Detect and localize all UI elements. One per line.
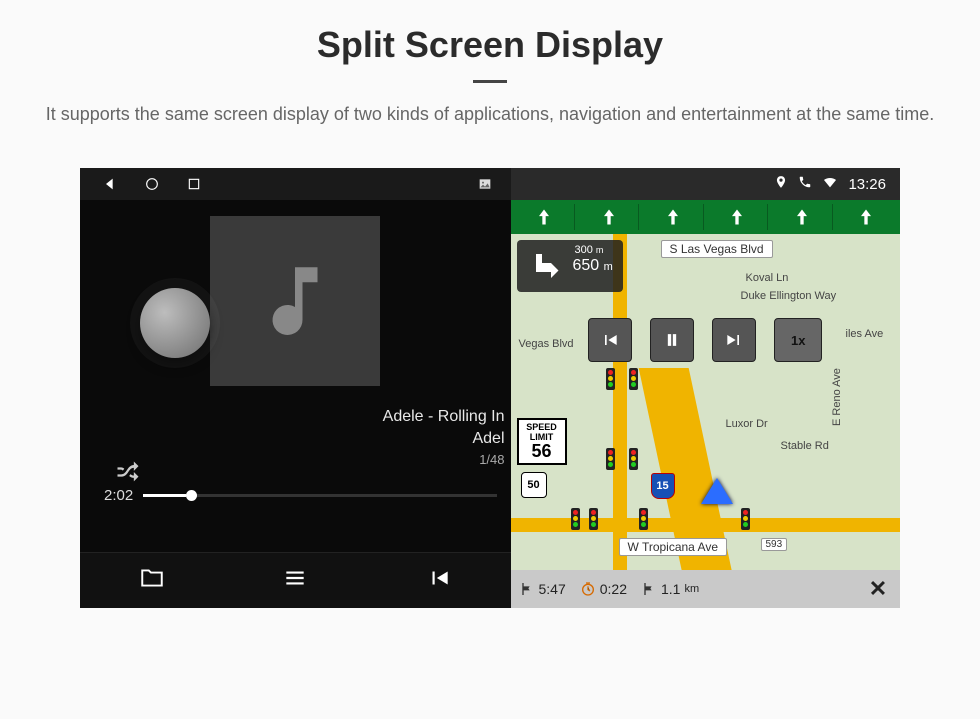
turn-left-icon bbox=[527, 248, 563, 284]
street-text: Duke Ellington Way bbox=[741, 290, 837, 302]
lane-guidance bbox=[511, 200, 901, 234]
status-bar: 13:26 bbox=[80, 168, 900, 200]
close-button[interactable]: ✕ bbox=[864, 575, 892, 603]
lane-arrow-icon bbox=[837, 204, 896, 230]
flag-icon bbox=[519, 581, 535, 597]
street-text: Koval Ln bbox=[746, 272, 789, 284]
lane-arrow-icon bbox=[579, 204, 639, 230]
lane-arrow-icon bbox=[708, 204, 768, 230]
street-label: W Tropicana Ave bbox=[619, 538, 728, 556]
music-bottom-bar bbox=[80, 552, 511, 608]
track-info: Adele - Rolling In Adel 1/48 bbox=[80, 406, 511, 469]
playlist-button[interactable] bbox=[282, 565, 308, 596]
lane-arrow-icon bbox=[772, 204, 832, 230]
traffic-light-icon bbox=[629, 448, 638, 470]
traffic-light-icon bbox=[639, 508, 648, 530]
track-index: 1/48 bbox=[80, 451, 505, 469]
speed-multiplier-button[interactable]: 1x bbox=[774, 318, 822, 362]
eta-metric: 5:47 bbox=[519, 581, 566, 597]
previous-track-button[interactable] bbox=[426, 565, 452, 596]
clock-text: 13:26 bbox=[848, 176, 886, 193]
music-pane: Adele - Rolling In Adel 1/48 2:02 bbox=[80, 168, 511, 608]
folder-button[interactable] bbox=[139, 565, 165, 596]
phone-icon bbox=[798, 175, 812, 193]
device-screenshot: 13:26 Adele - Rolling In Adel 1/48 2:02 bbox=[80, 168, 900, 608]
back-icon[interactable] bbox=[102, 176, 118, 192]
route-shield-us: 50 bbox=[521, 472, 547, 498]
page-title: Split Screen Display bbox=[0, 0, 980, 66]
clock-icon bbox=[580, 581, 596, 597]
nav-footer: 5:47 0:22 1.1 km ✕ bbox=[511, 570, 901, 608]
distance-metric: 1.1 km bbox=[641, 581, 699, 597]
lane-arrow-icon bbox=[643, 204, 703, 230]
nav-next-button[interactable] bbox=[712, 318, 756, 362]
picture-icon[interactable] bbox=[477, 176, 493, 192]
nav-prev-button[interactable] bbox=[588, 318, 632, 362]
interstate-shield: 15 bbox=[651, 473, 675, 499]
speed-limit-sign: SPEED LIMIT 56 bbox=[517, 418, 567, 465]
street-text: Stable Rd bbox=[781, 440, 829, 452]
wifi-icon bbox=[822, 174, 838, 194]
traffic-light-icon bbox=[589, 508, 598, 530]
map-controls: 1x bbox=[511, 318, 901, 362]
flag-icon bbox=[641, 581, 657, 597]
time-remaining-metric: 0:22 bbox=[580, 581, 627, 597]
vehicle-cursor-icon bbox=[701, 478, 733, 504]
traffic-light-icon bbox=[606, 368, 615, 390]
page-subtitle: It supports the same screen display of t… bbox=[40, 101, 940, 128]
street-label: S Las Vegas Blvd bbox=[661, 240, 773, 258]
home-icon[interactable] bbox=[144, 176, 160, 192]
nav-pause-button[interactable] bbox=[650, 318, 694, 362]
shuffle-button[interactable] bbox=[114, 458, 142, 491]
navigation-pane: S Las Vegas Blvd Koval Ln Duke Ellington… bbox=[511, 168, 901, 608]
joystick-control[interactable] bbox=[140, 288, 210, 358]
traffic-light-icon bbox=[629, 368, 638, 390]
seek-bar[interactable] bbox=[143, 494, 496, 497]
street-text: Luxor Dr bbox=[726, 418, 768, 430]
album-art-placeholder bbox=[210, 216, 380, 386]
turn-panel: 300 m 650 m bbox=[517, 240, 623, 292]
track-artist: Adel bbox=[80, 428, 505, 450]
recents-icon[interactable] bbox=[186, 176, 202, 192]
location-icon bbox=[774, 175, 788, 193]
route-shield: 593 bbox=[761, 538, 788, 551]
track-title: Adele - Rolling In bbox=[80, 406, 505, 428]
traffic-light-icon bbox=[741, 508, 750, 530]
traffic-light-icon bbox=[606, 448, 615, 470]
traffic-light-icon bbox=[571, 508, 580, 530]
title-underline bbox=[473, 80, 507, 83]
music-note-icon bbox=[250, 256, 340, 346]
street-text: E Reno Ave bbox=[831, 368, 843, 426]
lane-arrow-icon bbox=[515, 204, 575, 230]
